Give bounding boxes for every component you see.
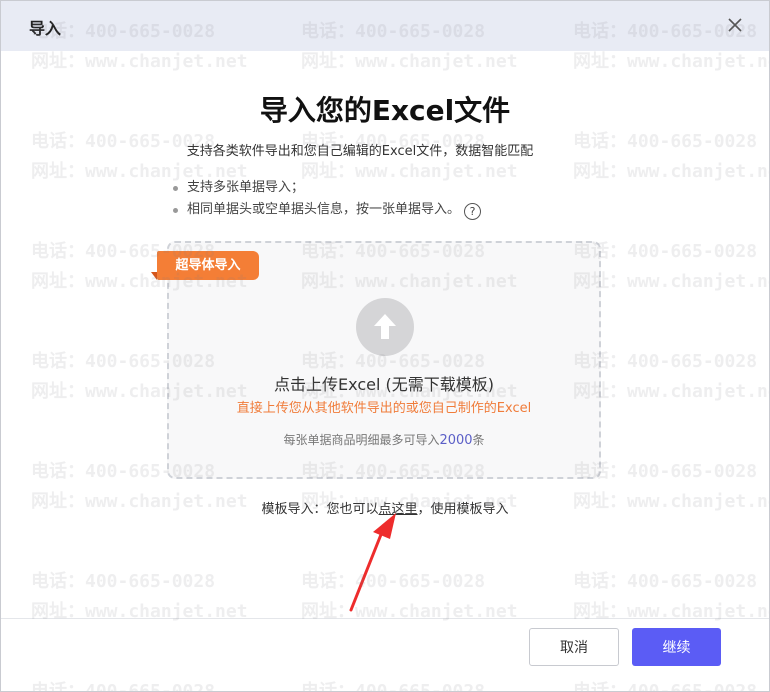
watermark-phone: 电话：400-665-0028 [31, 681, 216, 692]
superconductor-import-tag: 超导体导入 [151, 251, 259, 280]
import-dialog: 导入 导入您的Excel文件 支持各类软件导出和您自己编辑的Excel文件，数据… [0, 0, 770, 692]
watermark-site: 网址：www.chanjet.net [31, 51, 248, 72]
watermark-phone: 电话：400-665-0028 [573, 571, 758, 592]
page-title: 导入您的Excel文件 [259, 94, 511, 127]
help-icon[interactable]: ? [464, 203, 482, 220]
dialog-header: 导入 [1, 1, 769, 51]
list-item: 相同单据头或空单据头信息，按一张单据导入。? [171, 199, 482, 221]
watermark-site: 网址：www.chanjet.net [573, 381, 770, 402]
tag-label: 超导体导入 [157, 251, 259, 280]
upload-hint: 直接上传您从其他软件导出的或您自己制作的Excel [236, 401, 532, 416]
continue-button[interactable]: 继续 [632, 628, 721, 666]
feature-list: 支持多张单据导入； 相同单据头或空单据头信息，按一张单据导入。? [171, 177, 482, 221]
watermark-phone: 电话：400-665-0028 [31, 571, 216, 592]
watermark-site: 网址：www.chanjet.net [573, 271, 770, 292]
cancel-button[interactable]: 取消 [529, 628, 619, 666]
watermark-site: 网址：www.chanjet.net [573, 51, 770, 72]
watermark-site: 网址：www.chanjet.net [301, 51, 518, 72]
page-subtitle: 支持各类软件导出和您自己编辑的Excel文件，数据智能匹配 [186, 144, 534, 159]
close-icon[interactable] [725, 15, 745, 35]
watermark-phone: 电话：400-665-0028 [573, 681, 758, 692]
upload-arrow-icon[interactable] [356, 298, 414, 356]
red-arrow-annotation [349, 513, 396, 612]
upload-limit: 每张单据商品明细最多可导入2000条 [283, 433, 485, 448]
watermark-phone: 电话：400-665-0028 [301, 681, 486, 692]
limit-number: 2000 [439, 433, 473, 448]
dialog-title: 导入 [29, 19, 62, 38]
list-item: 支持多张单据导入； [171, 177, 481, 199]
upload-title[interactable]: 点击上传Excel (无需下载模板) [167, 371, 601, 395]
watermark-site: 网址：www.chanjet.net [573, 161, 770, 182]
footer-divider [1, 618, 769, 619]
